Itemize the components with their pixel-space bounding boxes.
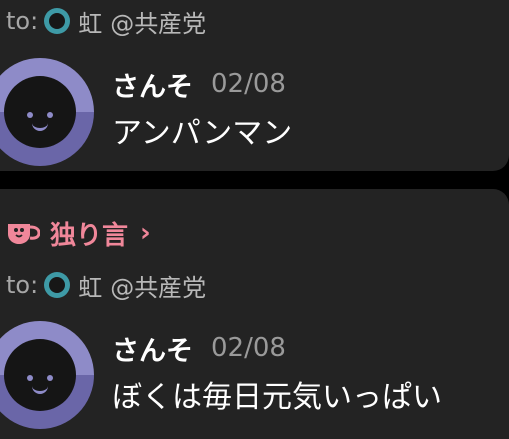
recipient-group[interactable]: @共産党 [110,4,206,39]
post-card[interactable]: 独り言 › to: 虹 @共産党 さんそ 02/08 ぼくは毎日元気いっぱい [0,189,509,439]
recipient-row[interactable]: to: 虹 @共産党 [6,268,206,303]
post-header: さんそ 02/08 [112,329,286,368]
message-feed: to: 虹 @共産党 さんそ 02/08 アンパンマン 独り言 › to: 虹 … [0,0,509,439]
to-label: to: [6,271,39,299]
avatar[interactable] [0,58,94,166]
author-name[interactable]: さんそ [112,329,193,368]
to-label: to: [6,7,39,35]
chevron-right-icon: › [140,218,151,248]
post-header: さんそ 02/08 [112,65,286,104]
post-date[interactable]: 02/08 [211,69,286,99]
recipient-name[interactable]: 虹 [78,268,102,303]
recipient-group[interactable]: @共産党 [110,268,206,303]
recipient-avatar-icon [44,272,71,298]
context-row[interactable]: 独り言 › [6,215,151,251]
post-card[interactable]: to: 虹 @共産党 さんそ 02/08 アンパンマン [0,0,509,171]
message-text: ぼくは毎日元気いっぱい [112,380,442,415]
message-text: アンパンマン [112,116,293,151]
avatar-face-icon [4,339,76,411]
avatar-face-icon [4,76,76,148]
post-date[interactable]: 02/08 [211,333,286,363]
author-name[interactable]: さんそ [112,65,193,104]
recipient-name[interactable]: 虹 [78,4,102,39]
recipient-row[interactable]: to: 虹 @共産党 [6,4,206,39]
context-label: 独り言 [50,220,129,251]
recipient-avatar-icon [44,8,71,34]
avatar[interactable] [0,321,94,429]
cup-icon [8,224,40,244]
